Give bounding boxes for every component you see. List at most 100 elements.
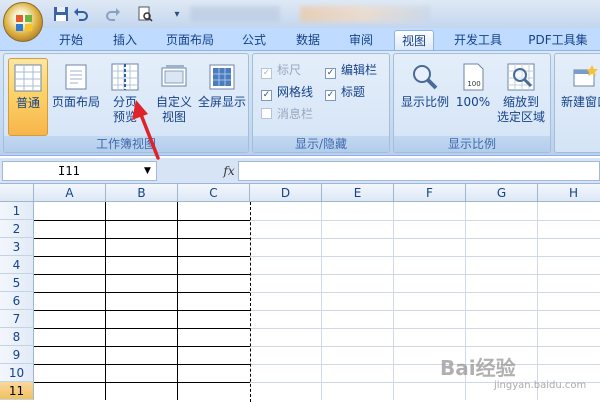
zoom-100-button[interactable]: 100 100% <box>454 58 492 136</box>
page-break-preview-button[interactable]: 分页 预览 <box>104 58 146 136</box>
column-header[interactable]: H <box>538 184 600 202</box>
check-icon: ✓ <box>325 68 336 79</box>
group-window: 新建窗口 <box>554 53 600 153</box>
row-header[interactable]: 5 <box>0 274 34 292</box>
formula-bar: I11 ▼ fx <box>0 158 600 184</box>
zoom-100-label: 100% <box>455 95 491 109</box>
row-header[interactable]: 7 <box>0 310 34 328</box>
save-icon[interactable] <box>52 5 70 23</box>
full-screen-button[interactable]: 全屏显示 <box>196 58 248 136</box>
page-break-preview-icon <box>111 63 139 91</box>
ruler-checkbox[interactable]: ✓ 标尺 <box>261 62 302 79</box>
tab-pdf-tools[interactable]: PDF工具集 <box>522 30 594 50</box>
cell-border <box>105 202 106 400</box>
zoom-button[interactable]: 显示比例 <box>398 58 452 136</box>
row-header[interactable]: 8 <box>0 328 34 346</box>
row-header[interactable]: 3 <box>0 238 34 256</box>
watermark-url: jingyan.baidu.com <box>494 380 587 391</box>
group-label-show-hide: 显示/隐藏 <box>253 136 389 152</box>
check-icon: ✓ <box>325 90 336 101</box>
tab-data[interactable]: 数据 <box>288 30 328 50</box>
column-header[interactable]: C <box>178 184 250 202</box>
cell-border <box>34 328 250 329</box>
full-screen-label: 全屏显示 <box>197 95 246 109</box>
row-header[interactable]: 6 <box>0 292 34 310</box>
print-preview-icon[interactable] <box>136 5 154 23</box>
page-break-label-2: 预览 <box>112 110 137 124</box>
insert-function-icon[interactable]: fx <box>218 161 240 181</box>
tab-page-layout[interactable]: 页面布局 <box>158 30 222 50</box>
tab-formulas[interactable]: 公式 <box>234 30 274 50</box>
custom-views-label-1: 自定义 <box>155 95 192 109</box>
normal-view-button[interactable]: 普通 <box>8 58 48 136</box>
row-header[interactable]: 4 <box>0 256 34 274</box>
check-icon: ✓ <box>261 68 272 79</box>
cell-border <box>34 292 250 293</box>
ruler-label: 标尺 <box>277 63 302 77</box>
gridlines-checkbox[interactable]: ✓ 网格线 <box>261 84 314 101</box>
check-icon: ✓ <box>261 90 272 101</box>
title-bar: ▾ <box>0 0 600 42</box>
unchecked-box-icon <box>261 108 272 119</box>
full-screen-icon <box>209 64 235 90</box>
undo-icon[interactable] <box>72 5 90 23</box>
page-break-label-1: 分页 <box>112 95 137 109</box>
cell-border <box>34 382 250 383</box>
customize-toolbar-icon[interactable]: ▾ <box>168 5 186 23</box>
cell-border <box>34 346 250 347</box>
column-header[interactable]: F <box>394 184 466 202</box>
headings-checkbox[interactable]: ✓ 标题 <box>325 84 366 101</box>
custom-views-button[interactable]: 自定义 视图 <box>152 58 196 136</box>
column-header[interactable]: E <box>322 184 394 202</box>
row-header[interactable]: 2 <box>0 220 34 238</box>
tab-review[interactable]: 审阅 <box>340 30 382 50</box>
cell-border <box>34 238 250 239</box>
zoom-selection-label-1: 缩放到 <box>502 95 539 109</box>
group-label-zoom: 显示比例 <box>394 136 550 152</box>
page-layout-icon <box>65 64 87 90</box>
formula-input[interactable] <box>238 161 600 181</box>
column-header[interactable]: B <box>106 184 178 202</box>
gridline <box>393 202 394 400</box>
cell-border <box>34 220 250 221</box>
zoom-to-selection-button[interactable]: 缩放到 选定区域 <box>494 58 548 136</box>
zoom-label: 显示比例 <box>400 95 449 109</box>
redo-icon[interactable] <box>104 5 122 23</box>
cell-border <box>34 364 250 365</box>
column-header[interactable]: D <box>250 184 322 202</box>
row-header[interactable]: 1 <box>0 202 34 220</box>
name-box[interactable]: I11 <box>2 161 157 181</box>
zoom-100-icon: 100 <box>463 63 484 91</box>
select-all-corner[interactable] <box>0 184 34 202</box>
office-button[interactable] <box>3 2 43 42</box>
office-logo-icon <box>16 15 32 31</box>
page-break-line <box>250 202 251 402</box>
new-window-button[interactable]: 新建窗口 <box>557 58 600 136</box>
new-window-icon <box>573 65 598 87</box>
tab-insert[interactable]: 插入 <box>104 30 146 50</box>
group-zoom: 显示比例 100 100% 缩放到 选定区域 显示比例 <box>393 53 551 153</box>
row-header[interactable]: 9 <box>0 346 34 364</box>
headings-label: 标题 <box>341 85 366 99</box>
magnifier-icon <box>413 65 438 90</box>
tab-developer[interactable]: 开发工具 <box>446 30 510 50</box>
message-bar-checkbox[interactable]: 消息栏 <box>261 106 313 122</box>
formula-bar-label: 编辑栏 <box>341 63 378 77</box>
normal-view-label: 普通 <box>15 96 40 110</box>
row-header[interactable]: 10 <box>0 364 34 382</box>
column-header[interactable]: G <box>466 184 538 202</box>
zoom-selection-label-2: 选定区域 <box>496 110 545 124</box>
tab-home[interactable]: 开始 <box>50 30 92 50</box>
column-header[interactable]: A <box>34 184 106 202</box>
ribbon-tabs: 开始 插入 页面布局 公式 数据 审阅 视图 开发工具 PDF工具集 <box>0 28 600 50</box>
gridlines-label: 网格线 <box>277 85 314 99</box>
group-show-hide: ✓ 标尺 ✓ 编辑栏 ✓ 网格线 ✓ 标题 消息栏 显示/隐藏 <box>252 53 390 153</box>
tab-view[interactable]: 视图 <box>394 30 434 50</box>
page-layout-view-button[interactable]: 页面布局 <box>50 58 102 136</box>
row-header-selected[interactable]: 11 <box>0 382 34 400</box>
name-box-dropdown-icon[interactable]: ▼ <box>144 163 156 179</box>
custom-views-label-2: 视图 <box>161 110 186 124</box>
page-layout-label: 页面布局 <box>51 95 100 109</box>
formula-bar-checkbox[interactable]: ✓ 编辑栏 <box>325 62 378 79</box>
cell-border <box>177 202 178 400</box>
